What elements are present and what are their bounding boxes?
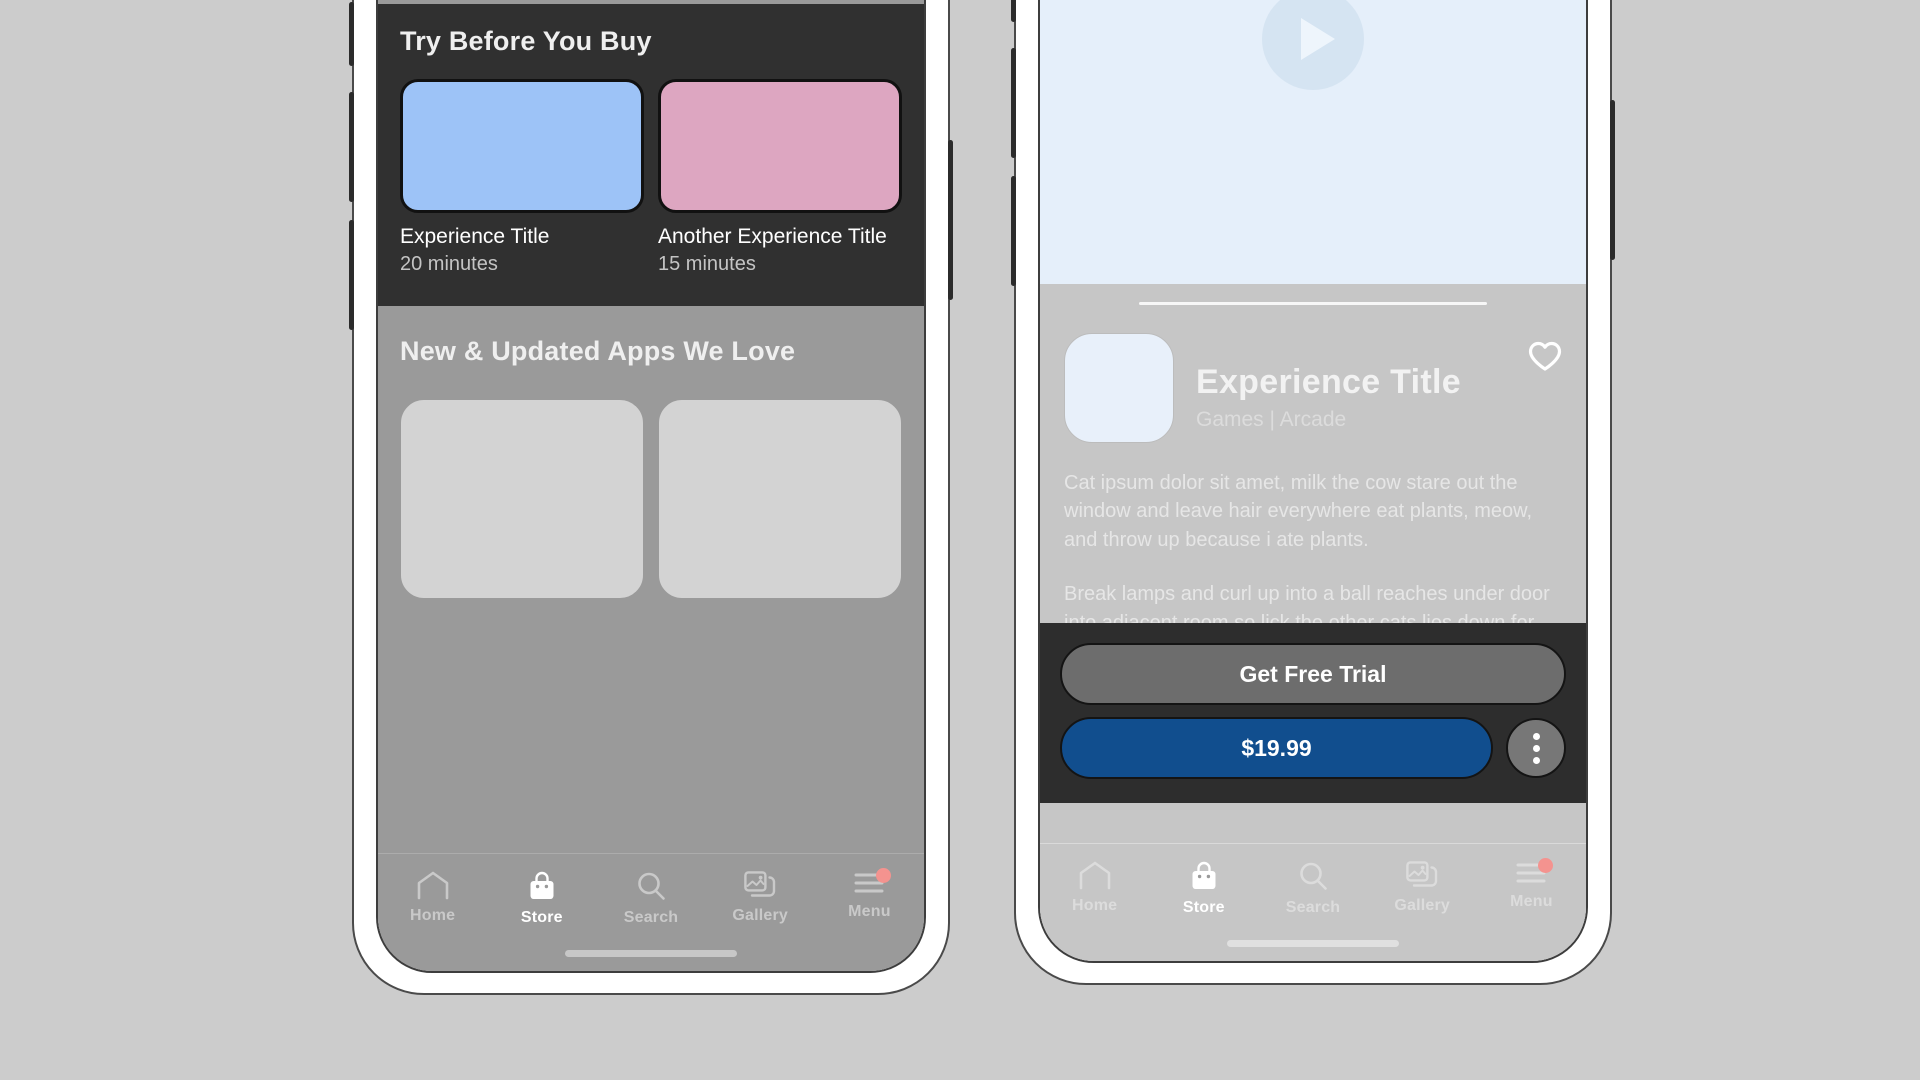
- tab-label: Search: [623, 909, 679, 926]
- left-phone-screen: Try Before You Buy Experience Title 20 m…: [376, 0, 926, 973]
- description-paragraph-1: Cat ipsum dolor sit amet, milk the cow s…: [1064, 472, 1533, 551]
- more-vertical-icon[interactable]: [1506, 718, 1566, 778]
- left-phone-mute-switch[interactable]: [349, 2, 354, 66]
- trial-thumbnail[interactable]: [400, 79, 644, 213]
- tab-label: Store: [520, 909, 563, 926]
- new-updated-apps-section: New & Updated Apps We Love: [378, 306, 924, 399]
- right-phone-screen: Experience Title Games | Arcade Cat ipsu…: [1038, 0, 1588, 963]
- tab-label: Store: [1182, 899, 1225, 916]
- store-screen: Try Before You Buy Experience Title 20 m…: [378, 0, 924, 971]
- new-apps-card-row: [378, 399, 924, 599]
- right-phone-mockup: Experience Title Games | Arcade Cat ipsu…: [1011, 0, 1615, 985]
- play-icon[interactable]: [1262, 0, 1364, 90]
- app-header: Experience Title Games | Arcade: [1064, 333, 1562, 443]
- buy-price-button[interactable]: $19.99: [1060, 717, 1493, 779]
- notification-badge: [1538, 858, 1554, 873]
- app-title-block: Experience Title Games | Arcade: [1196, 333, 1461, 432]
- tab-label: Menu: [1510, 893, 1553, 910]
- store-icon: [1188, 860, 1220, 892]
- video-preview[interactable]: [1040, 0, 1586, 284]
- detail-sheet: Experience Title Games | Arcade Cat ipsu…: [1040, 284, 1586, 803]
- notification-badge: [876, 868, 892, 883]
- trial-title: Experience Title: [400, 225, 550, 248]
- sheet-grabber[interactable]: [1138, 302, 1488, 305]
- tab-label: Home: [409, 907, 456, 924]
- tab-search[interactable]: Search: [596, 870, 705, 927]
- trial-card[interactable]: Experience Title 20 minutes: [400, 79, 644, 276]
- search-icon: [1297, 860, 1329, 892]
- right-phone-volume-down-button[interactable]: [1011, 176, 1016, 286]
- section-title-new: New & Updated Apps We Love: [400, 336, 796, 366]
- trial-thumbnail[interactable]: [658, 79, 902, 213]
- gallery-icon: [1405, 860, 1439, 890]
- canvas: Try Before You Buy Experience Title 20 m…: [0, 0, 1920, 1080]
- try-before-you-buy-section: Try Before You Buy Experience Title 20 m…: [378, 4, 924, 306]
- right-phone-mute-switch[interactable]: [1011, 0, 1016, 22]
- trial-duration: 15 minutes: [658, 253, 756, 275]
- right-phone-power-button[interactable]: [1610, 100, 1615, 260]
- heart-icon[interactable]: [1528, 341, 1562, 377]
- gallery-icon: [743, 870, 777, 900]
- search-icon: [635, 870, 667, 902]
- app-category: Games | Arcade: [1196, 408, 1347, 431]
- tab-menu[interactable]: Menu: [1477, 858, 1586, 911]
- left-phone-mockup: Try Before You Buy Experience Title 20 m…: [349, 0, 953, 995]
- sheet-bottom-strip: [1040, 803, 1586, 843]
- tab-search[interactable]: Search: [1258, 860, 1367, 917]
- left-phone-volume-down-button[interactable]: [349, 220, 354, 330]
- dot: [1532, 732, 1540, 740]
- tab-store[interactable]: Store: [1149, 860, 1258, 917]
- action-bar: Get Free Trial $19.99: [1040, 623, 1586, 803]
- play-triangle: [1301, 18, 1335, 60]
- dot: [1532, 756, 1540, 764]
- store-icon: [526, 870, 558, 902]
- trial-card-row: Experience Title 20 minutes Another Expe…: [400, 79, 902, 276]
- placeholder-card[interactable]: [658, 399, 902, 599]
- get-free-trial-button[interactable]: Get Free Trial: [1060, 643, 1566, 705]
- placeholder-card[interactable]: [400, 399, 644, 599]
- tab-home[interactable]: Home: [1040, 860, 1149, 915]
- trial-title: Another Experience Title: [658, 225, 887, 248]
- page-title: Experience Title: [1196, 363, 1461, 401]
- tab-label: Gallery: [732, 907, 789, 924]
- section-title-try: Try Before You Buy: [400, 26, 652, 56]
- home-icon: [1078, 860, 1112, 890]
- right-phone-volume-up-button[interactable]: [1011, 48, 1016, 158]
- tab-label: Menu: [848, 903, 891, 920]
- tab-menu[interactable]: Menu: [815, 868, 924, 921]
- tab-label: Gallery: [1394, 897, 1451, 914]
- store-scroll-area[interactable]: Try Before You Buy Experience Title 20 m…: [378, 0, 924, 853]
- tab-label: Search: [1285, 899, 1341, 916]
- trial-duration: 20 minutes: [400, 253, 498, 275]
- tab-gallery[interactable]: Gallery: [706, 870, 815, 925]
- app-icon: [1064, 333, 1174, 443]
- home-indicator[interactable]: [565, 950, 737, 957]
- home-indicator[interactable]: [1227, 940, 1399, 947]
- dot: [1532, 744, 1540, 752]
- tab-label: Home: [1071, 897, 1118, 914]
- tab-home[interactable]: Home: [378, 870, 487, 925]
- left-phone-volume-up-button[interactable]: [349, 92, 354, 202]
- home-icon: [416, 870, 450, 900]
- buy-row: $19.99: [1060, 717, 1566, 779]
- left-phone-power-button[interactable]: [948, 140, 953, 300]
- tab-gallery[interactable]: Gallery: [1368, 860, 1477, 915]
- experience-detail-screen: Experience Title Games | Arcade Cat ipsu…: [1040, 0, 1586, 961]
- trial-card[interactable]: Another Experience Title 15 minutes: [658, 79, 902, 276]
- tab-store[interactable]: Store: [487, 870, 596, 927]
